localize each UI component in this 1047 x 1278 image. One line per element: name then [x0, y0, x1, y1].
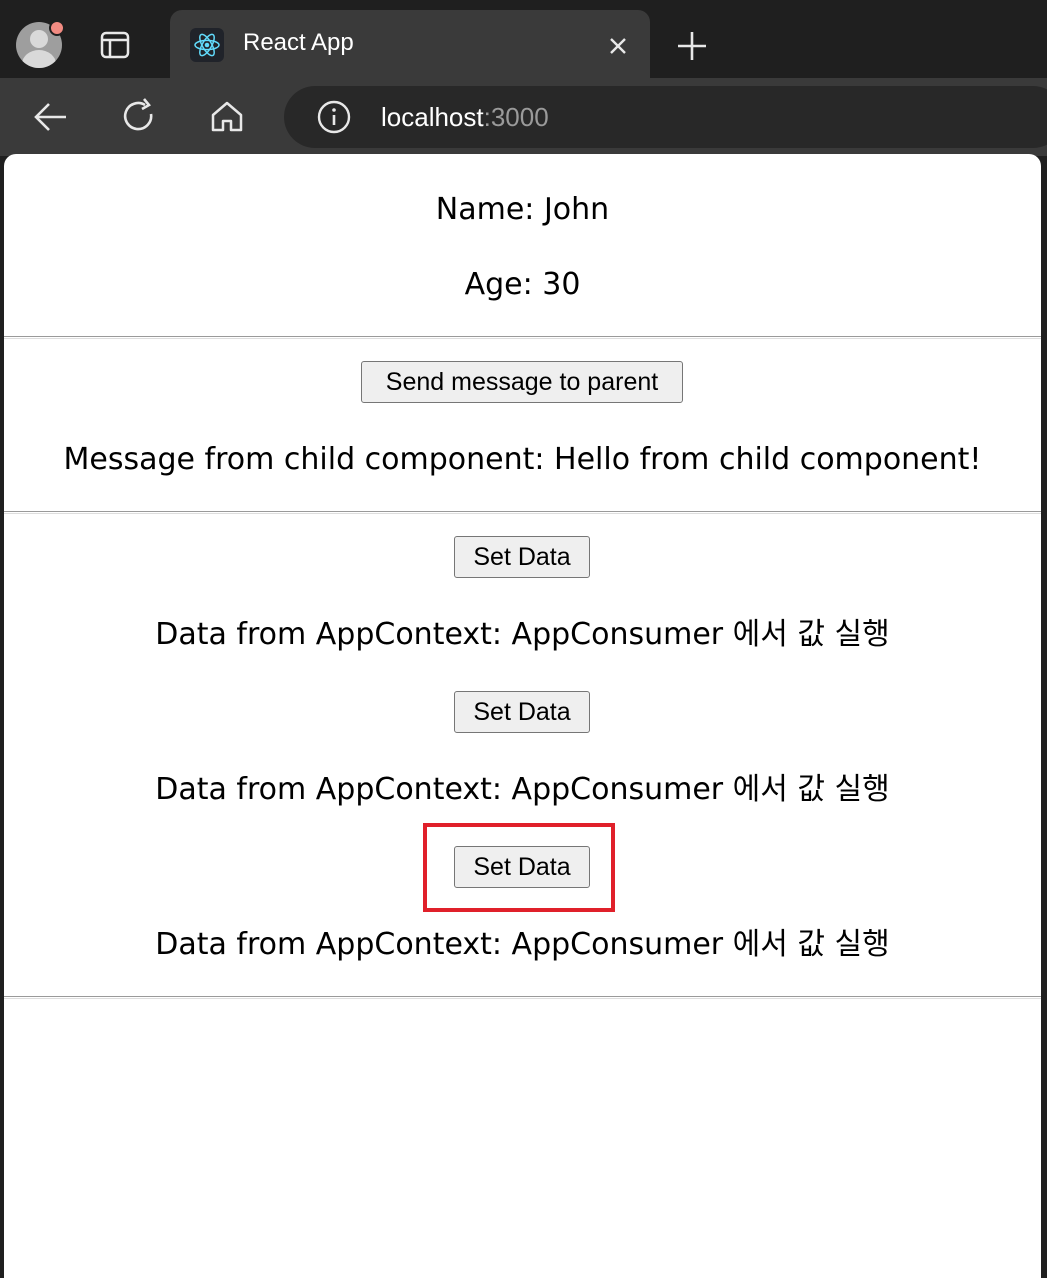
url-host: localhost: [381, 102, 484, 132]
send-message-button[interactable]: Send message to parent: [361, 361, 683, 403]
context-data-text: Data from AppContext: AppConsumer 에서 값 실…: [155, 927, 890, 962]
url-port: :3000: [483, 102, 549, 132]
set-data-button[interactable]: Set Data: [454, 691, 590, 733]
react-logo-icon: [190, 28, 224, 62]
home-icon[interactable]: [204, 94, 250, 140]
address-bar[interactable]: localhost:3000: [284, 86, 1047, 148]
set-data-button[interactable]: Set Data: [454, 536, 590, 578]
divider: [4, 996, 1041, 999]
close-icon[interactable]: [604, 32, 632, 60]
context-data-text: Data from AppContext: AppConsumer 에서 값 실…: [155, 617, 890, 652]
tab-actions-icon[interactable]: [98, 28, 132, 62]
context-data-text: Data from AppContext: AppConsumer 에서 값 실…: [155, 772, 890, 807]
browser-toolbar: localhost:3000: [0, 78, 1047, 156]
message-text: Message from child component: Hello from…: [63, 442, 982, 477]
notification-dot: [49, 20, 65, 36]
highlight-box: [423, 823, 615, 912]
info-icon[interactable]: [316, 99, 352, 135]
active-tab[interactable]: React App: [170, 10, 650, 78]
url-text[interactable]: localhost:3000: [381, 102, 549, 133]
divider: [4, 511, 1041, 514]
back-arrow-icon[interactable]: [28, 94, 74, 140]
reload-icon[interactable]: [116, 94, 162, 140]
divider: [4, 336, 1041, 339]
name-text: Name: John: [435, 192, 610, 227]
tab-title: React App: [243, 29, 354, 56]
age-text: Age: 30: [464, 267, 581, 302]
tab-strip: React App: [0, 0, 1047, 78]
new-tab-plus-icon[interactable]: [674, 28, 710, 64]
page-viewport: Name: John Age: 30 Send message to paren…: [4, 154, 1041, 1278]
